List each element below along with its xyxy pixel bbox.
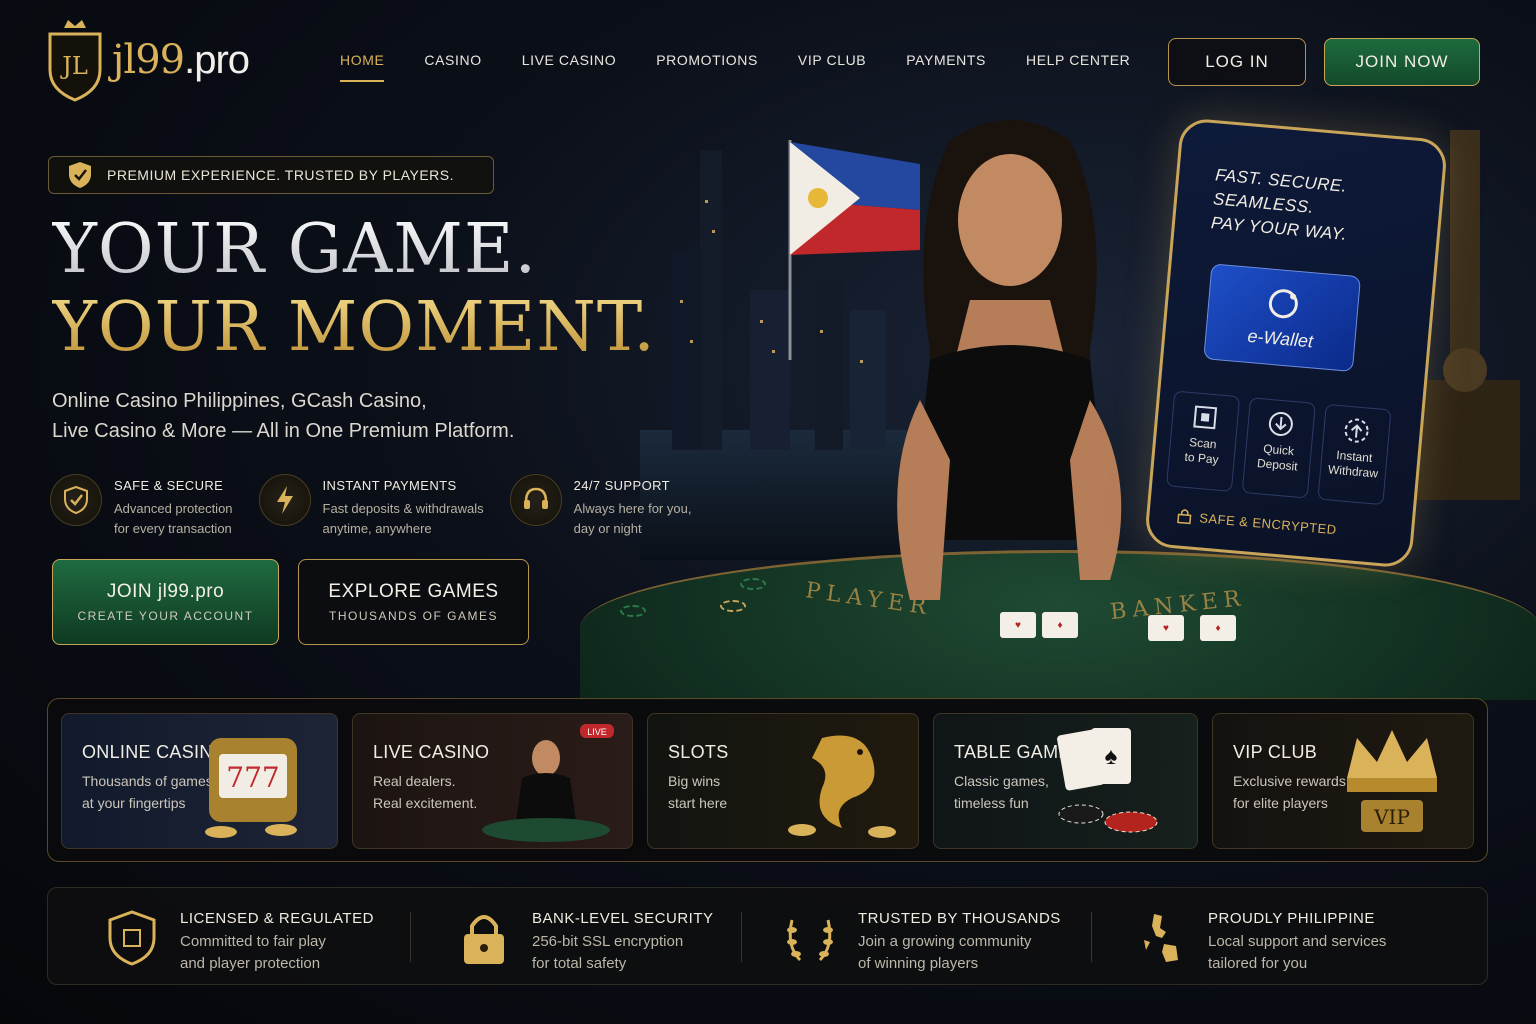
explore-games-button[interactable]: EXPLORE GAMES THOUSANDS OF GAMES [298,559,529,645]
nav-payments[interactable]: PAYMENTS [906,52,986,68]
quick-deposit-button[interactable]: Quick Deposit [1241,397,1316,499]
instant-withdraw-button[interactable]: Instant Withdraw [1317,403,1392,506]
nav-live-casino[interactable]: LIVE CASINO [522,52,617,68]
live-dealer-icon: LIVE [482,724,614,842]
qr-scan-icon [1193,405,1218,430]
shield-check-icon [69,162,91,188]
login-button[interactable]: LOG IN [1168,38,1306,86]
banker-card: ♦ [1200,615,1236,641]
nav-home[interactable]: HOME [340,52,385,82]
join-cta-button[interactable]: JOIN jl99.pro CREATE YOUR ACCOUNT [52,559,279,645]
lightning-icon [258,474,311,526]
chip-stack [720,600,746,612]
headset-icon [509,474,562,526]
crown-icon: VIP [1347,730,1437,832]
trust-licensed: LICENSED & REGULATED Committed to fair p… [106,910,374,975]
logo-shield-icon: JL [48,20,102,102]
hero-headline-line1: YOUR GAME. [52,210,538,289]
dealer-illustration [897,120,1122,600]
divider [1091,912,1092,962]
phone-slogan: FAST. SECURE. SEAMLESS. PAY YOUR WAY. [1210,165,1348,244]
trust-philippine: PROUDLY PHILIPPINE Local support and ser… [1134,910,1386,975]
chip-stack [740,578,766,590]
hero-subtitle: Online Casino Philippines, GCash Casino,… [52,390,515,442]
svg-text:JL: JL [59,52,88,80]
svg-text:LIVE: LIVE [587,727,607,737]
padlock-icon [464,915,504,964]
main-nav: HOME CASINO LIVE CASINO PROMOTIONS VIP C… [340,52,1170,82]
phone-secure-label: SAFE & ENCRYPTED [1177,507,1338,537]
ewallet-icon [1268,288,1298,318]
trust-bar: LICENSED & REGULATED Committed to fair p… [47,887,1488,985]
svg-text:♠: ♠ [1105,743,1118,770]
category-live-casino[interactable]: LIVE CASINO Real dealers. Real excitement… [352,713,633,849]
nav-vip-club[interactable]: VIP CLUB [798,52,866,68]
trust-thousands: TRUSTED BY THOUSANDS Join a growing comm… [784,910,1061,975]
padlock-icon [1177,509,1192,525]
nav-casino[interactable]: CASINO [424,52,481,68]
nav-help-center[interactable]: HELP CENTER [1026,52,1130,68]
philippines-map-icon [1144,914,1178,962]
chip-stack [620,605,646,617]
slot-machine-icon: 777 [205,738,297,838]
laurel-icon [787,919,833,962]
feature-support: 24/7 SUPPORT Always here for you, day or … [509,474,691,539]
svg-text:VIP: VIP [1373,805,1410,829]
player-card: ♥ [1000,612,1036,638]
game-categories: ONLINE CASINO Thousands of games at your … [47,698,1488,862]
brand-logo[interactable]: JL jl99.pro [46,18,250,102]
join-now-button[interactable]: JOIN NOW [1324,38,1480,86]
feature-safe-secure: SAFE & SECURE Advanced protection for eve… [50,474,233,539]
category-slots[interactable]: SLOTS Big wins start here [647,713,919,849]
feature-instant-payments: INSTANT PAYMENTS Fast deposits & withdra… [258,474,484,539]
banker-card: ♥ [1148,615,1184,641]
ewallet-button[interactable]: e-Wallet [1203,263,1362,373]
category-table-games[interactable]: TABLE GAMES Classic games, timeless fun ♠ [933,713,1198,849]
divider [741,912,742,962]
dragon-icon [788,735,896,838]
hero-features: SAFE & SECURE Advanced protection for eve… [50,474,691,539]
scan-to-pay-button[interactable]: Scan to Pay [1166,390,1241,492]
trust-security: BANK-LEVEL SECURITY 256-bit SSL encrypti… [458,910,714,975]
shield-badge-icon [108,910,156,966]
withdraw-icon [1344,418,1369,443]
cards-chips-icon: ♠ [1057,728,1158,833]
trust-badge: PREMIUM EXPERIENCE. TRUSTED BY PLAYERS. [48,156,494,194]
phone-actions: Scan to Pay Quick Deposit Instant Withdraw [1166,390,1392,506]
player-card: ♦ [1042,612,1078,638]
shield-check-icon [50,474,102,526]
divider [410,912,411,962]
payment-phone-mockup: FAST. SECURE. SEAMLESS. PAY YOUR WAY. e-… [1143,117,1449,569]
svg-text:777: 777 [226,761,279,794]
brand-name: jl99.pro [112,37,250,83]
hero-headline-line2: YOUR MOMENT. [52,288,656,367]
category-online-casino[interactable]: ONLINE CASINO Thousands of games at your … [61,713,338,849]
category-vip-club[interactable]: VIP CLUB Exclusive rewards for elite play… [1212,713,1474,849]
nav-promotions[interactable]: PROMOTIONS [656,52,758,68]
deposit-icon [1268,411,1293,436]
